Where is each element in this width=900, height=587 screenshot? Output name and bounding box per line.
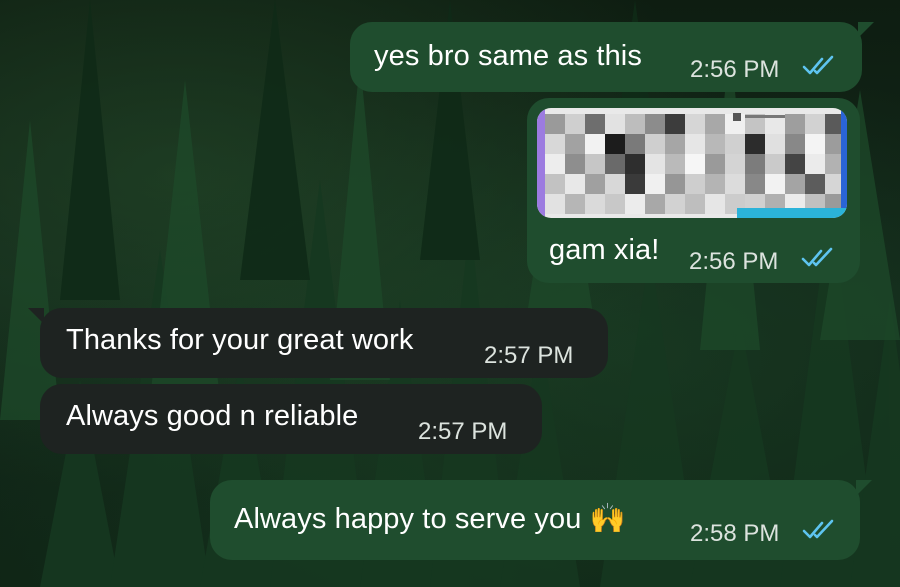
message-bubble-outgoing[interactable]: Always happy to serve you 🙌 2:58 PM — [210, 480, 872, 560]
message-text: Thanks for your great work — [66, 324, 414, 356]
message-bubble-incoming[interactable]: Always good n reliable 2:57 PM — [40, 384, 542, 454]
image-accent-left — [537, 108, 545, 218]
image-logo-mark — [733, 113, 785, 121]
message-time: 2:56 PM — [689, 248, 779, 275]
message-time: 2:58 PM — [690, 520, 780, 547]
message-time: 2:56 PM — [690, 56, 780, 83]
message-bubble-outgoing[interactable]: yes bro same as this 2:56 PM — [350, 22, 874, 92]
double-check-icon — [802, 519, 834, 539]
image-accent-right — [841, 108, 847, 208]
message-time: 2:57 PM — [484, 342, 574, 369]
image-accent-bottom — [737, 208, 847, 218]
image-caption: gam xia! — [549, 234, 660, 266]
message-text: yes bro same as this — [374, 40, 642, 72]
double-check-icon — [801, 247, 833, 267]
message-bubble-incoming[interactable]: Thanks for your great work 2:57 PM — [28, 308, 608, 378]
message-time: 2:57 PM — [418, 418, 508, 445]
blurred-image-mosaic — [545, 114, 845, 214]
image-attachment[interactable] — [537, 108, 847, 218]
double-check-icon — [802, 55, 834, 75]
message-text: Always good n reliable — [66, 400, 359, 432]
message-bubble-outgoing-image[interactable]: gam xia! 2:56 PM — [527, 98, 860, 283]
message-text: Always happy to serve you 🙌 — [234, 503, 626, 535]
